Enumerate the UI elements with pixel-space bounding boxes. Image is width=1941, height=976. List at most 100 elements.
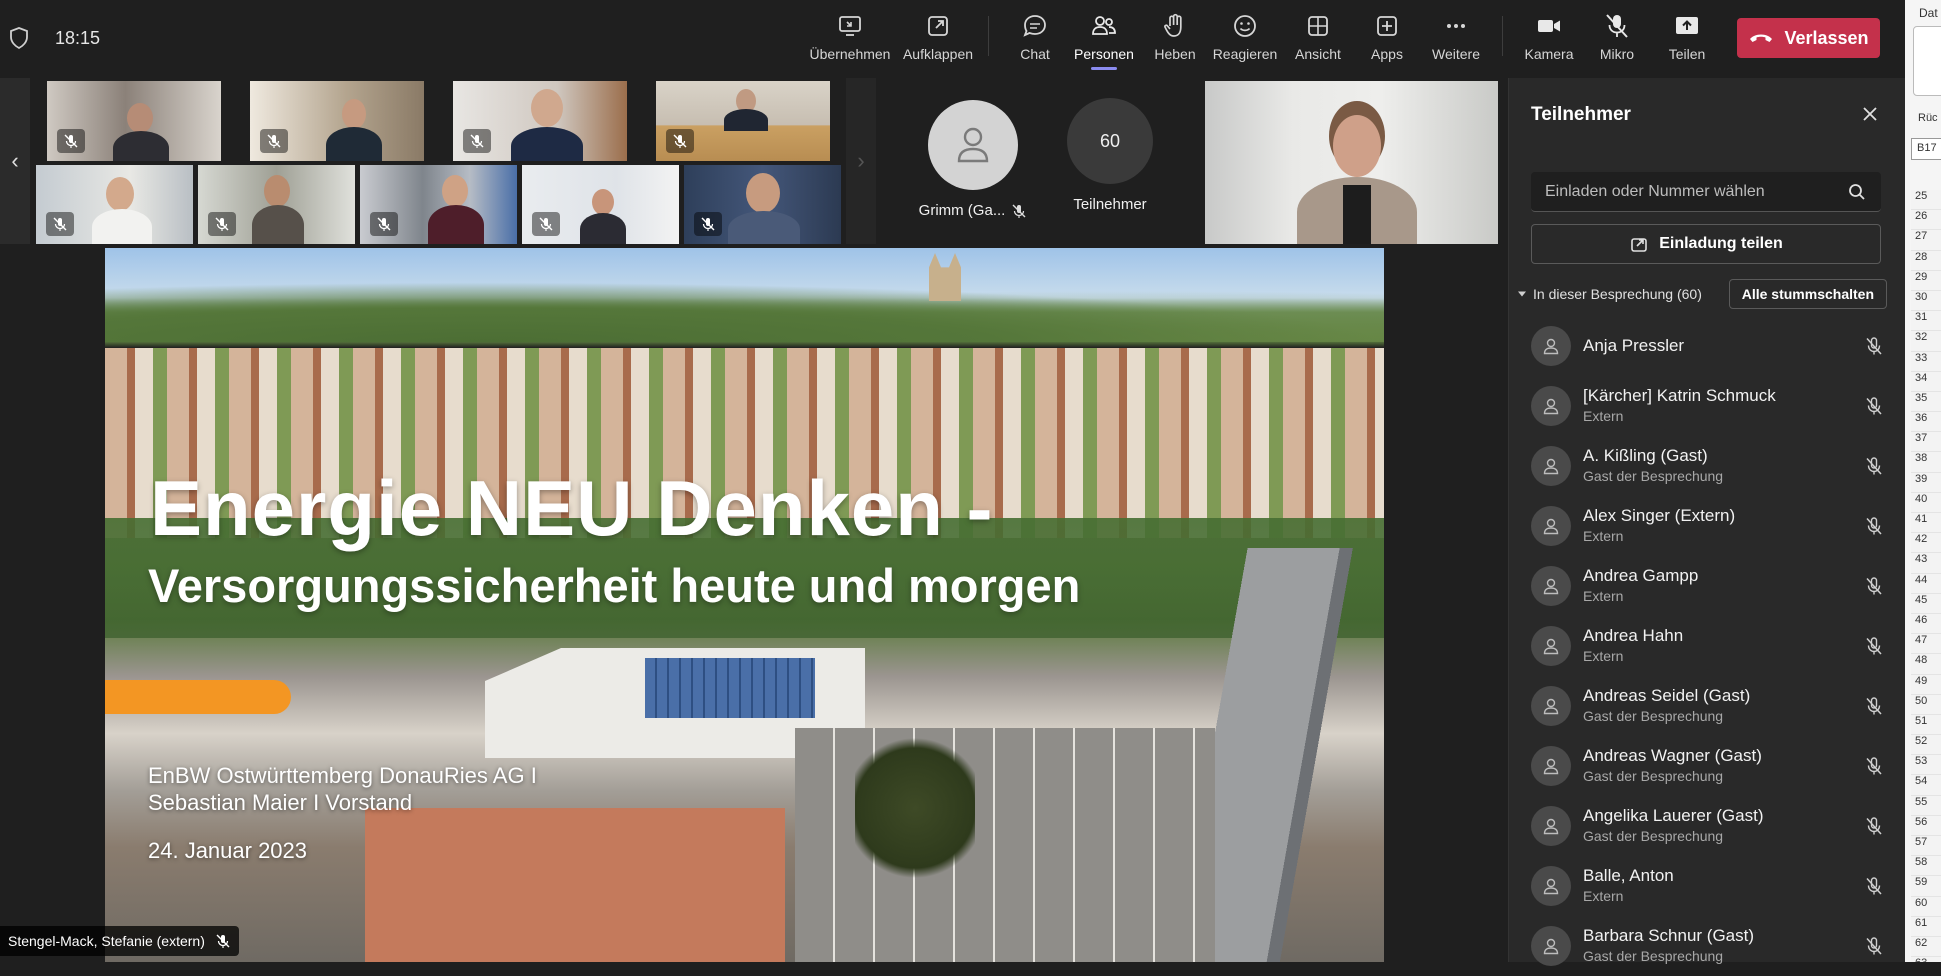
react-button[interactable]: Reagieren: [1210, 12, 1280, 68]
participant-video-large[interactable]: [1205, 81, 1498, 244]
row-header[interactable]: 59: [1911, 876, 1941, 897]
row-header[interactable]: 32: [1911, 331, 1941, 352]
mic-off-icon: [1606, 14, 1628, 38]
tree: [855, 728, 975, 888]
row-header[interactable]: 34: [1911, 371, 1941, 392]
participant-name: Andreas Seidel (Gast): [1583, 686, 1751, 705]
participant-item[interactable]: Angelika Lauerer (Gast) Gast der Besprec…: [1509, 796, 1905, 856]
participant-name: Barbara Schnur (Gast): [1583, 926, 1755, 945]
takeover-button[interactable]: Übernehmen: [810, 12, 890, 68]
participant-video[interactable]: [198, 165, 355, 244]
participant-video[interactable]: [522, 165, 679, 244]
participant-item[interactable]: Andrea Gampp Extern: [1509, 556, 1905, 616]
participant-item[interactable]: Andreas Seidel (Gast) Gast der Besprechu…: [1509, 676, 1905, 736]
row-header[interactable]: 41: [1911, 513, 1941, 534]
row-header[interactable]: 42: [1911, 533, 1941, 554]
view-button[interactable]: Ansicht: [1290, 12, 1346, 68]
row-header[interactable]: 33: [1911, 351, 1941, 372]
mic-button[interactable]: Mikro: [1592, 12, 1642, 68]
search-icon[interactable]: [1847, 182, 1867, 202]
presenter-name-label: Stengel-Mack, Stefanie (extern): [0, 926, 239, 956]
more-button[interactable]: Weitere: [1428, 12, 1484, 68]
spreadsheet-tab-label[interactable]: Dat: [1919, 6, 1938, 20]
participant-video[interactable]: [656, 81, 830, 161]
camera-button[interactable]: Kamera: [1522, 12, 1576, 68]
participant-item[interactable]: Anja Pressler: [1509, 316, 1905, 376]
apps-button[interactable]: Apps: [1362, 12, 1412, 68]
participant-count-label: Teilnehmer: [1073, 196, 1147, 213]
row-header[interactable]: 57: [1911, 836, 1941, 857]
row-header[interactable]: 61: [1911, 916, 1941, 937]
avatar: [928, 100, 1018, 190]
participant-video[interactable]: [453, 81, 627, 161]
row-header[interactable]: 45: [1911, 593, 1941, 614]
row-header[interactable]: 56: [1911, 815, 1941, 836]
leave-button[interactable]: Verlassen: [1737, 18, 1880, 58]
row-header[interactable]: 62: [1911, 936, 1941, 958]
pop-out-button[interactable]: Aufklappen: [900, 12, 976, 68]
participant-name: Alex Singer (Extern): [1583, 506, 1736, 525]
invite-search-field[interactable]: [1531, 172, 1881, 212]
row-header[interactable]: 60: [1911, 896, 1941, 917]
row-header[interactable]: 27: [1911, 230, 1941, 251]
mic-label: Mikro: [1599, 46, 1635, 62]
row-header[interactable]: 51: [1911, 714, 1941, 736]
chat-button[interactable]: Chat: [1010, 12, 1060, 68]
participant-video[interactable]: [250, 81, 424, 161]
close-icon[interactable]: [1859, 103, 1881, 125]
participant-video[interactable]: [36, 165, 193, 244]
row-header[interactable]: 46: [1911, 613, 1941, 635]
participant-avatar-tile[interactable]: Grimm (Ga...: [918, 100, 1028, 230]
row-header[interactable]: 49: [1911, 674, 1941, 695]
row-header[interactable]: 50: [1911, 694, 1941, 715]
row-header[interactable]: 39: [1911, 472, 1941, 493]
name-box[interactable]: B17: [1911, 138, 1941, 160]
row-header[interactable]: 40: [1911, 492, 1941, 513]
mute-all-button[interactable]: Alle stummschalten: [1728, 279, 1887, 309]
invite-search-input[interactable]: [1545, 182, 1847, 201]
row-header[interactable]: 26: [1911, 210, 1941, 231]
row-header[interactable]: 36: [1911, 412, 1941, 433]
section-toggle[interactable]: In dieser Besprechung (60): [1517, 286, 1702, 302]
raise-hand-button[interactable]: Heben: [1150, 12, 1200, 68]
row-header[interactable]: 35: [1911, 391, 1941, 413]
row-header[interactable]: 54: [1911, 775, 1941, 796]
row-header[interactable]: 43: [1911, 553, 1941, 574]
row-header[interactable]: 48: [1911, 654, 1941, 675]
share-screen-button[interactable]: Teilen: [1662, 12, 1712, 68]
mic-off-icon: [539, 217, 553, 231]
section-label: In dieser Besprechung (60): [1533, 286, 1702, 302]
participant-item[interactable]: Alex Singer (Extern) Extern: [1509, 496, 1905, 556]
participant-item[interactable]: Balle, Anton Extern: [1509, 856, 1905, 916]
row-header[interactable]: 53: [1911, 755, 1941, 776]
row-header[interactable]: 58: [1911, 856, 1941, 877]
row-header[interactable]: 29: [1911, 270, 1941, 291]
apps-label: Apps: [1371, 46, 1403, 62]
participant-item[interactable]: Barbara Schnur (Gast) Gast der Besprechu…: [1509, 916, 1905, 976]
mic-off-icon: [267, 134, 281, 148]
strip-prev-button[interactable]: ‹: [0, 78, 30, 244]
strip-next-button[interactable]: ›: [846, 78, 876, 244]
participant-item[interactable]: A. Kißling (Gast) Gast der Besprechung: [1509, 436, 1905, 496]
participant-item[interactable]: Andreas Wagner (Gast) Gast der Besprechu…: [1509, 736, 1905, 796]
people-button[interactable]: Personen: [1070, 12, 1138, 70]
row-header[interactable]: 38: [1911, 452, 1941, 473]
row-header[interactable]: 47: [1911, 634, 1941, 655]
participant-item[interactable]: [Kärcher] Katrin Schmuck Extern: [1509, 376, 1905, 436]
participant-count-tile[interactable]: 60 Teilnehmer: [1055, 98, 1165, 228]
row-header[interactable]: 30: [1911, 290, 1941, 312]
participant-video[interactable]: [47, 81, 221, 161]
row-header[interactable]: 63: [1911, 957, 1941, 962]
share-invite-button[interactable]: Einladung teilen: [1531, 224, 1881, 264]
row-header[interactable]: 37: [1911, 432, 1941, 453]
participant-video[interactable]: [684, 165, 841, 244]
row-header[interactable]: 52: [1911, 735, 1941, 756]
row-header[interactable]: 55: [1911, 795, 1941, 816]
row-header[interactable]: 44: [1911, 573, 1941, 594]
row-header[interactable]: 25: [1911, 190, 1941, 211]
row-header[interactable]: 31: [1911, 311, 1941, 332]
person-icon: [1543, 338, 1559, 355]
participant-item[interactable]: Andrea Hahn Extern: [1509, 616, 1905, 676]
row-header[interactable]: 28: [1911, 250, 1941, 271]
participant-video[interactable]: [360, 165, 517, 244]
